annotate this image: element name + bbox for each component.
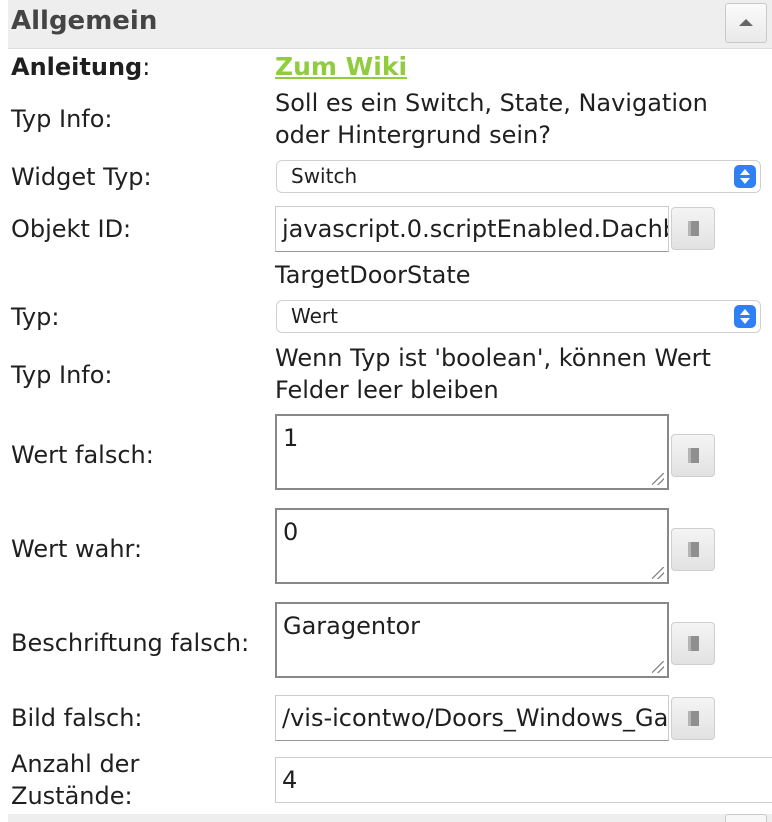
wert-wahr-picker-button[interactable] bbox=[671, 528, 715, 571]
section-header-allgemein[interactable]: Allgemein bbox=[8, 0, 772, 49]
wiki-link[interactable]: Zum Wiki bbox=[275, 50, 407, 84]
collapse-button[interactable] bbox=[725, 3, 767, 43]
resize-grip-icon[interactable] bbox=[652, 567, 664, 579]
document-picker-icon bbox=[688, 636, 699, 651]
beschriftung-falsch-picker-button[interactable] bbox=[671, 622, 715, 665]
wert-falsch-value: 1 bbox=[283, 424, 299, 452]
wert-wahr-textarea[interactable]: 0 bbox=[275, 508, 669, 584]
document-picker-icon bbox=[688, 711, 699, 726]
objekt-id-input[interactable]: javascript.0.scriptEnabled.DachbodenGara… bbox=[275, 206, 669, 252]
section-title: Allgemein bbox=[11, 6, 158, 36]
widget-typ-label: Widget Typ: bbox=[11, 163, 152, 191]
objekt-id-picker-button[interactable] bbox=[671, 207, 715, 250]
anzahl-input[interactable]: 4 bbox=[275, 757, 772, 803]
typ-info-label: Typ Info: bbox=[11, 105, 113, 133]
anzahl-label-line1: Anzahl der bbox=[11, 750, 140, 778]
widget-typ-select[interactable]: Switch bbox=[276, 160, 761, 193]
wert-falsch-textarea[interactable]: 1 bbox=[275, 414, 669, 490]
chevron-up-icon bbox=[739, 19, 753, 26]
bild-falsch-picker-button[interactable] bbox=[671, 697, 715, 740]
wert-falsch-label: Wert falsch: bbox=[11, 441, 154, 469]
typ-info-2-text-line2: Felder leer bleiben bbox=[275, 376, 499, 404]
typ-select[interactable]: Wert bbox=[276, 300, 761, 333]
document-picker-icon bbox=[688, 542, 699, 557]
wert-wahr-value: 0 bbox=[283, 518, 299, 546]
wert-falsch-picker-button[interactable] bbox=[671, 434, 715, 477]
typ-value: Wert bbox=[291, 304, 338, 328]
objekt-id-hint: TargetDoorState bbox=[275, 261, 471, 289]
select-updown-icon bbox=[734, 305, 756, 328]
next-section-collapse-button[interactable] bbox=[725, 814, 767, 822]
beschriftung-falsch-value: Garagentor bbox=[283, 612, 421, 640]
typ-info-text-line2: oder Hintergrund sein? bbox=[275, 121, 551, 149]
wert-wahr-label: Wert wahr: bbox=[11, 535, 143, 563]
typ-info-text-line1: Soll es ein Switch, State, Navigation bbox=[275, 89, 708, 117]
typ-info-2-text-line1: Wenn Typ ist 'boolean', können Wert bbox=[275, 344, 711, 372]
typ-info-2-label: Typ Info: bbox=[11, 361, 113, 389]
document-picker-icon bbox=[688, 448, 699, 463]
anleitung-label-row: Anleitung: bbox=[11, 51, 150, 83]
beschriftung-falsch-textarea[interactable]: Garagentor bbox=[275, 602, 669, 678]
resize-grip-icon[interactable] bbox=[652, 473, 664, 485]
anleitung-colon: : bbox=[142, 53, 151, 81]
objekt-id-label: Objekt ID: bbox=[11, 215, 132, 243]
bild-falsch-input[interactable]: /vis-icontwo/Doors_Windows_Garage.png bbox=[275, 695, 669, 741]
select-updown-icon bbox=[734, 165, 756, 188]
bild-falsch-label: Bild falsch: bbox=[11, 704, 143, 732]
beschriftung-falsch-label: Beschriftung falsch: bbox=[11, 629, 250, 657]
typ-label: Typ: bbox=[11, 303, 60, 331]
document-picker-icon bbox=[688, 221, 699, 236]
resize-grip-icon[interactable] bbox=[652, 661, 664, 673]
widget-typ-value: Switch bbox=[291, 164, 358, 188]
anleitung-label: Anleitung bbox=[11, 53, 143, 81]
anzahl-label-line2: Zustände: bbox=[11, 782, 133, 810]
next-section-header[interactable] bbox=[8, 814, 772, 822]
